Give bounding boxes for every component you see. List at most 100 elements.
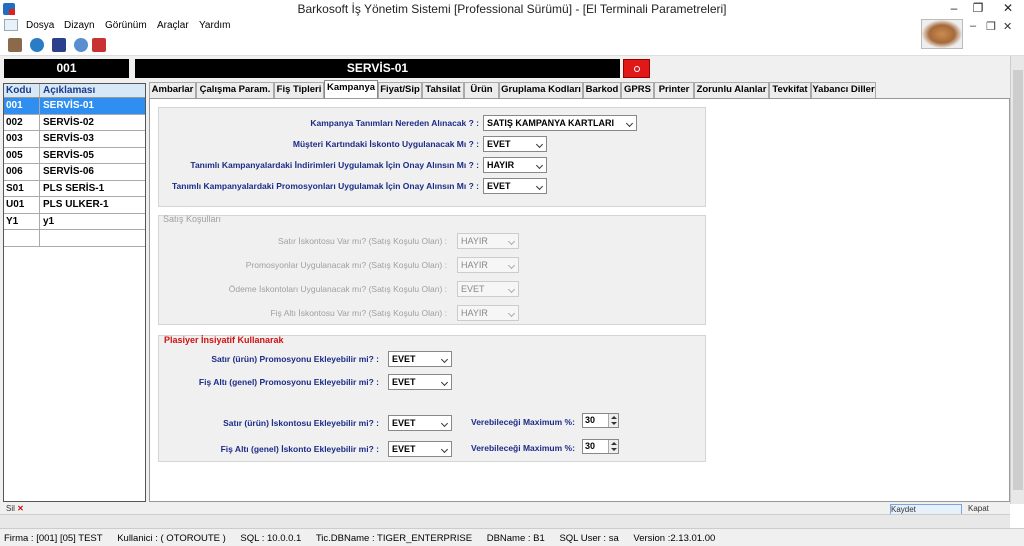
selected-code-display: 001 (4, 59, 129, 78)
status-version: Version :2.13.01.00 (633, 533, 716, 544)
campaign-source-select[interactable]: SATIŞ KAMPANYA KARTLARI (483, 115, 637, 131)
column-aciklamasi[interactable]: Açıklaması (40, 84, 145, 97)
row-code: Y1 (4, 213, 40, 229)
payment-discount-select[interactable]: EVET (457, 281, 519, 297)
line-discount-add-label: Satır (ürün) İskontosu Ekleyebilir mi? : (223, 418, 379, 428)
exit-icon[interactable] (92, 38, 106, 52)
vertical-scroll-thumb[interactable] (1013, 70, 1023, 490)
table-row[interactable]: 003 SERVİS-03 (4, 131, 145, 148)
table-row[interactable]: 005 SERVİS-05 (4, 147, 145, 164)
column-kodu[interactable]: Kodu (4, 84, 40, 97)
row-desc: SERVİS-06 (43, 166, 94, 177)
window-title: Barkosoft İş Yönetim Sistemi [Profession… (297, 2, 727, 16)
line-max-percent-label: Verebileceği Maximum %: (471, 417, 575, 427)
row-desc: PLS ULKER-1 (43, 199, 109, 210)
promotion-approval-select[interactable]: EVET (483, 178, 547, 194)
table-row[interactable]: Y1 y1 (4, 213, 145, 230)
menu-dizayn[interactable]: Dizayn (64, 20, 95, 31)
row-desc: SERVİS-05 (43, 149, 94, 161)
system-menu-icon[interactable] (4, 19, 18, 31)
table-row[interactable]: U01 PLS ULKER-1 (4, 197, 145, 214)
cash-register-icon[interactable] (52, 38, 66, 52)
tab-urun[interactable]: Ürün (464, 82, 499, 98)
row-code: 006 (4, 164, 40, 180)
delete-label: Sil (6, 504, 15, 513)
discount-approval-label: Tanımlı Kampanyalardaki İndirimleri Uygu… (190, 160, 479, 170)
receipt-discount-select[interactable]: HAYIR (457, 305, 519, 321)
tab-fiyat-sip[interactable]: Fiyat/Sip (378, 82, 422, 98)
mdi-restore-button[interactable]: ❐ (986, 20, 996, 33)
row-code: S01 (4, 180, 40, 196)
search-button[interactable] (623, 59, 650, 78)
tab-fis-tipleri[interactable]: Fiş Tipleri (274, 82, 324, 98)
tab-yabanci-diller[interactable]: Yabancı Diller (811, 82, 876, 98)
promotions-select[interactable]: HAYIR (457, 257, 519, 273)
general-promo-label: Fiş Altı (genel) Promosyonu Ekleyebilir … (198, 377, 379, 387)
delete-x-icon: ✕ (14, 504, 24, 513)
table-row[interactable]: 002 SERVİS-02 (4, 114, 145, 131)
status-bar: Firma : [001] [05] TEST Kullanici : ( OT… (0, 528, 1024, 546)
kampanya-panel: Kampanya Tanımları Nereden Alınacak ? : … (149, 98, 1010, 502)
general-promo-select[interactable]: EVET (388, 374, 452, 390)
row-code (4, 230, 40, 246)
menu-gorunum[interactable]: Görünüm (105, 20, 147, 31)
menu-dosya[interactable]: Dosya (26, 20, 54, 31)
menu-yardim[interactable]: Yardım (199, 20, 231, 31)
globe-icon[interactable] (30, 38, 44, 52)
general-max-percent-label: Verebileceği Maximum %: (471, 443, 575, 453)
table-row[interactable]: 001 SERVİS-01 (4, 98, 145, 115)
status-user: Kullanici : ( OTOROUTE ) (117, 533, 226, 544)
customer-discount-label: Müşteri Kartındaki İskonto Uygulanacak M… (292, 139, 479, 149)
table-row[interactable]: S01 PLS SERİS-1 (4, 180, 145, 197)
company-logo (921, 19, 963, 49)
mdi-minimize-button[interactable]: – (970, 20, 976, 32)
status-tic-db: Tic.DBName : TIGER_ENTERPRISE (315, 533, 473, 544)
line-promo-label: Satır (ürün) Promosyonu Ekleyebilir mi? … (211, 354, 379, 364)
table-row-empty[interactable] (4, 230, 145, 247)
general-discount-add-select[interactable]: EVET (388, 441, 452, 457)
stepper-arrows-icon[interactable] (608, 440, 618, 453)
tab-calisma-param[interactable]: Çalışma Param. (196, 82, 274, 98)
footer-buttons: Sil ✕ Kaydet Kapat (0, 504, 1010, 516)
line-max-percent-stepper[interactable]: 30 (582, 413, 619, 428)
salesman-initiative-title: Plasiyer İnsiyatif Kullanarak (164, 335, 284, 345)
table-row[interactable]: 006 SERVİS-06 (4, 164, 145, 181)
vertical-scrollbar[interactable] (1010, 56, 1024, 504)
users-icon[interactable] (8, 38, 22, 52)
line-max-percent-value: 30 (585, 415, 596, 425)
sales-conditions-title: Satış Koşulları (163, 214, 222, 224)
maximize-button[interactable]: ❐ (964, 0, 992, 18)
tab-kampanya[interactable]: Kampanya (324, 80, 378, 98)
payment-discount-label: Ödeme İskontoları Uygulanacak mı? (Satış… (228, 284, 447, 294)
general-max-percent-stepper[interactable]: 30 (582, 439, 619, 454)
row-code: 003 (4, 131, 40, 147)
line-discount-add-select[interactable]: EVET (388, 415, 452, 431)
mdi-close-button[interactable]: ✕ (1003, 20, 1012, 33)
tab-ambarlar[interactable]: Ambarlar (149, 82, 196, 98)
close-button[interactable]: ✕ (994, 0, 1022, 18)
grid-header: Kodu Açıklaması (4, 84, 145, 98)
tab-tahsilat[interactable]: Tahsilat (422, 82, 464, 98)
salesman-initiative-group: Plasiyer İnsiyatif Kullanarak Satır (ürü… (158, 335, 706, 462)
discount-approval-select[interactable]: HAYIR (483, 157, 547, 173)
row-desc: SERVİS-01 (43, 100, 94, 111)
network-icon[interactable] (74, 38, 88, 52)
selected-name-display: SERVİS-01 (135, 59, 620, 78)
campaign-group: Kampanya Tanımları Nereden Alınacak ? : … (158, 107, 706, 207)
tab-printer[interactable]: Printer (654, 82, 694, 98)
line-promo-select[interactable]: EVET (388, 351, 452, 367)
horizontal-scrollbar[interactable] (0, 514, 1010, 528)
line-discount-select[interactable]: HAYIR (457, 233, 519, 249)
stepper-arrows-icon[interactable] (608, 414, 618, 427)
menu-araclar[interactable]: Araçlar (157, 20, 189, 31)
row-desc: PLS SERİS-1 (43, 182, 105, 194)
promotion-approval-label: Tanımlı Kampanyalardaki Promosyonları Uy… (171, 181, 479, 191)
row-desc (40, 230, 145, 246)
tab-tevkifat[interactable]: Tevkifat (769, 82, 811, 98)
tab-zorunlu-alanlar[interactable]: Zorunlu Alanlar (694, 82, 769, 98)
row-code: 002 (4, 114, 40, 130)
tab-barkod[interactable]: Barkod (583, 82, 621, 98)
tab-gprs[interactable]: GPRS (621, 82, 654, 98)
customer-discount-select[interactable]: EVET (483, 136, 547, 152)
tab-gruplama-kodlari[interactable]: Gruplama Kodları (499, 82, 583, 98)
